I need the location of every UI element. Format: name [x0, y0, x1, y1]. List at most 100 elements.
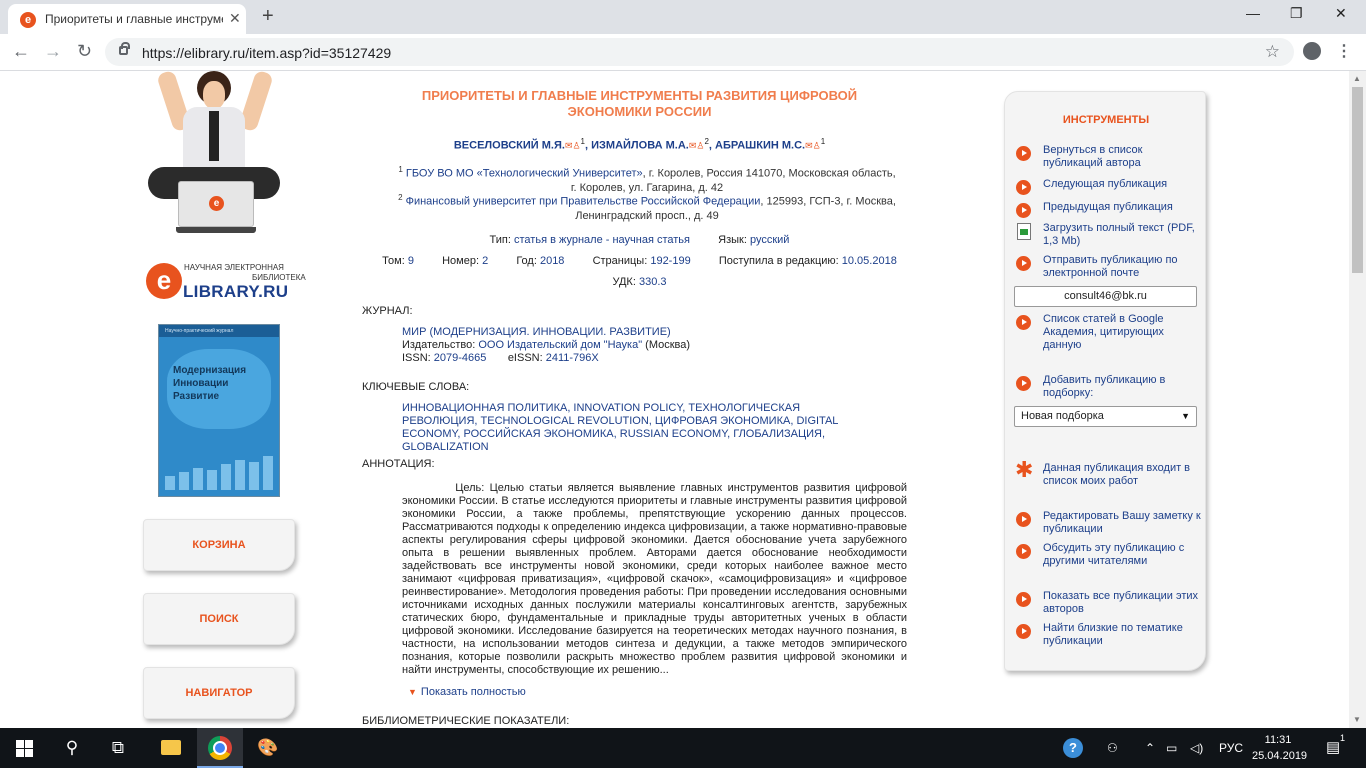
triangle-down-icon: ▼ — [408, 687, 417, 697]
number-label: Номер: — [442, 255, 479, 267]
author-contact-icons[interactable]: ✉♙ — [805, 141, 821, 151]
author-affiliation-number: 2 — [704, 137, 709, 146]
notifications-icon[interactable]: ▤ — [1326, 728, 1340, 768]
affiliation-number: 2 — [398, 193, 403, 202]
udk-line: УДК: 330.3 — [362, 276, 917, 288]
publisher-label: Издательство: — [402, 339, 476, 351]
author-link[interactable]: ИЗМАЙЛОВА М.А. — [591, 140, 689, 152]
cart-button[interactable]: КОРЗИНА — [143, 519, 295, 571]
language-indicator[interactable]: РУС — [1219, 728, 1243, 768]
issn-line: ISSN: 2079-4665 eISSN: 2411-796X — [402, 352, 907, 365]
udk-label: УДК: — [612, 276, 636, 288]
bibliometrics-heading: БИБЛИОМЕТРИЧЕСКИЕ ПОКАЗАТЕЛИ: — [362, 715, 570, 727]
address-url[interactable]: https://elibrary.ru/item.asp?id=35127429 — [142, 45, 391, 61]
number-value[interactable]: 2 — [482, 255, 488, 267]
paint-icon[interactable]: 🎨 — [245, 728, 291, 768]
author-affiliation-number: 1 — [820, 137, 826, 146]
elibrary-favicon-icon: e — [20, 12, 36, 28]
laptop-logo-icon: e — [209, 196, 224, 211]
navigator-button[interactable]: НАВИГАТОР — [143, 667, 295, 719]
reload-icon[interactable]: ↻ — [77, 41, 92, 62]
tab-close-icon[interactable]: ✕ — [229, 10, 241, 27]
forward-arrow-icon[interactable]: → — [44, 41, 62, 62]
abstract-body: Цель: Целью статьи является выявление гл… — [402, 482, 908, 676]
browser-menu-icon[interactable]: ⋮ — [1336, 41, 1352, 61]
minimize-icon[interactable]: — — [1246, 5, 1260, 21]
year-value: 2018 — [539, 255, 565, 267]
account-icon[interactable] — [1303, 42, 1321, 60]
volume-icon[interactable]: ◁) — [1190, 728, 1203, 768]
affiliation-link[interactable]: Финансовый университет при Правительстве… — [406, 196, 761, 208]
author-affiliation-number: 1 — [580, 137, 585, 146]
play-circle-icon — [1016, 315, 1031, 330]
tool-label: Обсудить эту публикацию с другими читате… — [1043, 542, 1185, 567]
affiliation-link[interactable]: ГБОУ ВО МО «Технологический Университет» — [406, 168, 643, 180]
author-link[interactable]: АБРАШКИН М.С. — [715, 140, 805, 152]
issue-details-line: Том: 9 Номер: 2 Год: 2018 Страницы: 192-… — [362, 255, 917, 267]
pdf-file-icon — [1017, 223, 1031, 240]
system-clock[interactable]: 11:31 25.04.2019 — [1252, 732, 1307, 764]
elibrary-logo[interactable]: e НАУЧНАЯ ЭЛЕКТРОННАЯ БИБЛИОТЕКА LIBRARY… — [146, 261, 306, 303]
tool-label: Предыдущая публикация — [1043, 201, 1173, 213]
eissn-value[interactable]: 2411-796X — [546, 352, 599, 364]
help-icon[interactable]: ? — [1063, 738, 1083, 758]
collection-select-value: Новая подборка — [1021, 410, 1104, 422]
bookmark-star-icon[interactable]: ☆ — [1265, 42, 1280, 62]
page-scrollbar[interactable]: ▲ ▼ — [1349, 71, 1366, 728]
show-full-label: Показать полностью — [420, 686, 526, 698]
browser-tab[interactable]: e Приоритеты и главные инструме ✕ — [8, 4, 246, 34]
keywords-list[interactable]: ИННОВАЦИОННАЯ ПОЛИТИКА, INNOVATION POLIC… — [402, 402, 872, 454]
windows-start-icon[interactable] — [16, 740, 33, 757]
journal-name-link[interactable]: МИР (МОДЕРНИЗАЦИЯ. ИННОВАЦИИ. РАЗВИТИЕ) — [402, 326, 907, 339]
play-circle-icon — [1016, 592, 1031, 607]
show-full-link[interactable]: ▼ Показать полностью — [408, 686, 526, 698]
search-button[interactable]: ПОИСК — [143, 593, 295, 645]
keywords-heading: КЛЮЧЕВЫЕ СЛОВА: — [362, 381, 470, 393]
journal-heading: ЖУРНАЛ: — [362, 305, 413, 317]
browser-toolbar: ← → ↻ https://elibrary.ru/item.asp?id=35… — [0, 34, 1366, 71]
affiliation-1: 1 ГБОУ ВО МО «Технологический Университе… — [397, 163, 897, 195]
network-icon[interactable]: ▭ — [1166, 728, 1177, 768]
scroll-thumb[interactable] — [1352, 87, 1363, 273]
author-contact-icons[interactable]: ✉♙ — [689, 141, 705, 151]
task-view-icon[interactable]: ⧉ — [95, 728, 141, 768]
tab-strip: e Приоритеты и главные инструме ✕ + — ❐ … — [0, 0, 1366, 34]
play-circle-icon — [1016, 544, 1031, 559]
cover-bar — [263, 456, 273, 490]
volume-value[interactable]: 9 — [408, 255, 414, 267]
journal-cover[interactable]: Научно-практический журнал Модернизация … — [158, 324, 280, 497]
maximize-icon[interactable]: ❐ — [1290, 5, 1303, 22]
window-close-icon[interactable]: ✕ — [1335, 5, 1347, 22]
author-list: ВЕСЕЛОВСКИЙ М.Я.✉♙1, ИЗМАЙЛОВА М.А.✉♙2, … — [453, 137, 826, 152]
cover-bar — [249, 462, 259, 490]
tool-label: Найти близкие по тематике публикации — [1043, 622, 1183, 647]
type-value[interactable]: статья в журнале - научная статья — [514, 234, 690, 246]
cover-topline: Научно-практический журнал — [165, 328, 234, 334]
issn-value[interactable]: 2079-4665 — [434, 352, 487, 364]
play-circle-icon — [1016, 376, 1031, 391]
scroll-down-icon[interactable]: ▼ — [1353, 715, 1361, 724]
people-icon[interactable]: ⚇ — [1107, 728, 1118, 768]
publisher-link[interactable]: ООО Издательский дом "Наука" — [478, 339, 642, 351]
email-input[interactable]: consult46@bk.ru — [1014, 286, 1197, 307]
play-circle-icon — [1016, 624, 1031, 639]
dropdown-arrow-icon: ▼ — [1181, 411, 1190, 421]
search-icon[interactable]: ⚲ — [49, 728, 95, 768]
tray-expand-icon[interactable]: ⌃ — [1145, 728, 1155, 768]
chrome-icon[interactable] — [208, 736, 232, 760]
cover-top-band: Научно-практический журнал — [159, 325, 279, 337]
file-explorer-icon[interactable] — [161, 740, 181, 755]
author-contact-icons[interactable]: ✉♙ — [565, 141, 581, 151]
win-pane — [25, 749, 33, 757]
collection-select[interactable]: Новая подборка ▼ — [1014, 406, 1197, 427]
author-link[interactable]: ВЕСЕЛОВСКИЙ М.Я. — [454, 140, 565, 152]
back-arrow-icon[interactable]: ← — [12, 41, 30, 62]
logo-brand: LIBRARY.RU — [183, 282, 289, 301]
new-tab-icon[interactable]: + — [262, 5, 274, 28]
issn-label: ISSN: — [402, 352, 431, 364]
affiliation-2: 2 Финансовый университет при Правительст… — [397, 191, 897, 223]
scroll-up-icon[interactable]: ▲ — [1353, 74, 1361, 83]
type-language-line: Тип: статья в журнале - научная статья Я… — [362, 234, 917, 246]
address-bar[interactable]: https://elibrary.ru/item.asp?id=35127429… — [105, 38, 1294, 66]
play-circle-icon — [1016, 512, 1031, 527]
